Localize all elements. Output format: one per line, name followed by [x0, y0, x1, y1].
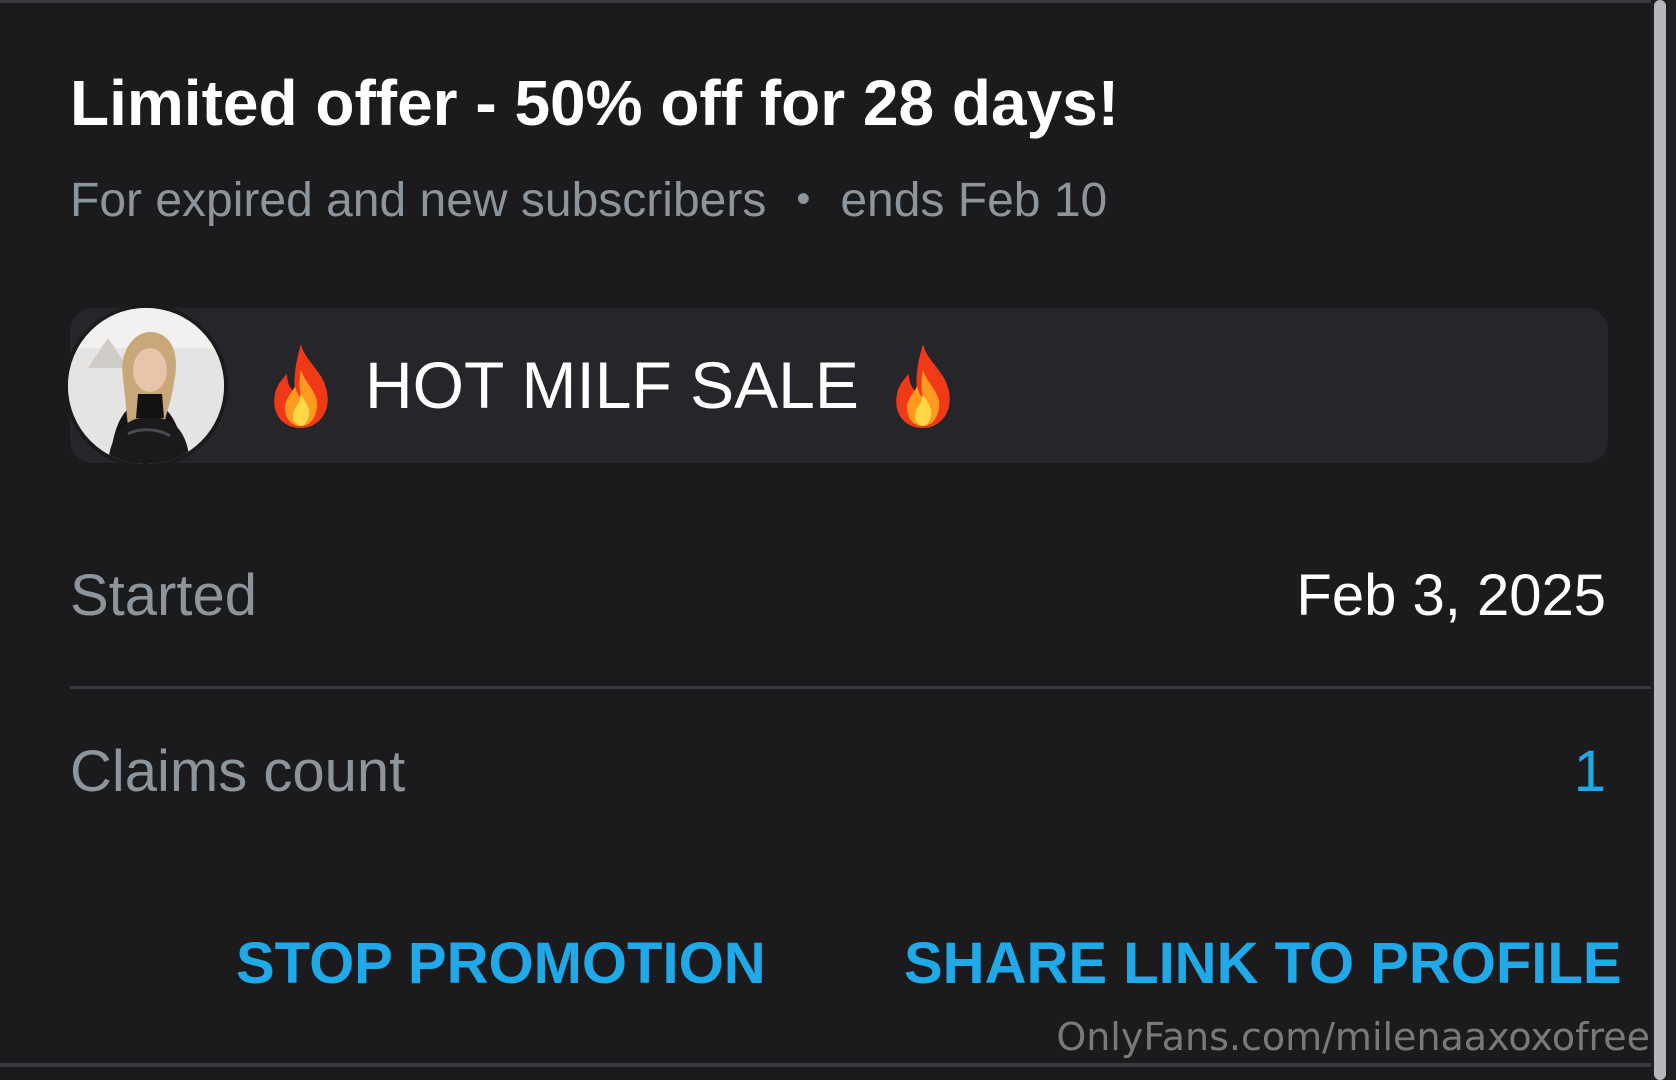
divider — [70, 686, 1676, 689]
separator-dot: • — [796, 177, 811, 221]
promotion-banner-text: HOT MILF SALE — [365, 348, 859, 422]
claims-count-label: Claims count — [70, 739, 406, 804]
top-border — [0, 0, 1676, 3]
fire-icon — [896, 344, 950, 428]
fire-icon — [274, 344, 328, 428]
offer-end-date: ends Feb 10 — [840, 174, 1108, 227]
started-label: Started — [70, 563, 257, 628]
avatar[interactable] — [68, 308, 224, 464]
share-link-to-profile-button[interactable]: SHARE LINK TO PROFILE — [904, 930, 1622, 997]
promotion-banner-content: HOT MILF SALE — [265, 330, 959, 440]
started-date: Feb 3, 2025 — [1296, 563, 1606, 628]
avatar-photo — [68, 308, 224, 464]
offer-title: Limited offer - 50% off for 28 days! — [70, 67, 1120, 139]
offer-audience: For expired and new subscribers — [70, 174, 767, 227]
stop-promotion-button[interactable]: STOP PROMOTION — [236, 930, 766, 997]
watermark: OnlyFans.com/milenaaxoxofree — [1056, 1015, 1650, 1059]
claims-count-value[interactable]: 1 — [1574, 738, 1606, 805]
offer-subtitle: For expired and new subscribers • ends Feb… — [70, 173, 1107, 228]
bottom-border — [0, 1063, 1676, 1067]
scrollbar[interactable] — [1654, 0, 1666, 1080]
